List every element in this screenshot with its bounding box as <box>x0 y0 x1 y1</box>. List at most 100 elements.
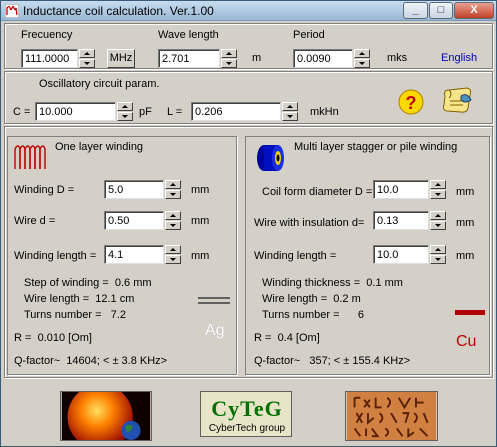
wavelength-unit: m <box>252 52 262 64</box>
ancient-script-image[interactable] <box>345 391 438 441</box>
spin-up-icon[interactable] <box>165 211 181 220</box>
winding-length-unit: mm <box>191 250 210 262</box>
wire-d-label: Wire d = <box>14 215 56 227</box>
spin-up-icon[interactable] <box>117 102 133 111</box>
spin-up-icon[interactable] <box>165 245 181 254</box>
cyteg-caption: CyberTech group <box>208 423 286 434</box>
frequency-unit-button[interactable]: MHz <box>107 49 135 68</box>
coil-app-icon <box>5 4 19 18</box>
spin-up-icon[interactable] <box>165 180 181 189</box>
spin-up-icon[interactable] <box>282 102 298 111</box>
multi-turns-row: Turns number = 6 <box>262 309 365 321</box>
frequency-label: Frecuency <box>21 29 73 41</box>
multi-q-factor-value: 357; < ± 155.4 KHz> <box>309 355 411 367</box>
spin-down-icon[interactable] <box>79 59 95 68</box>
period-input[interactable] <box>293 49 353 68</box>
thickness-value: 0.1 <box>366 277 382 289</box>
wavelength-label: Wave length <box>158 29 219 41</box>
maximize-button[interactable]: □ <box>429 2 453 19</box>
multi-winding-length-label: Winding length = <box>254 250 337 262</box>
winding-d-input[interactable] <box>104 180 164 199</box>
q-factor-value: 14604; < ± 3.8 KHz> <box>66 355 168 367</box>
spin-down-icon[interactable] <box>117 112 133 121</box>
multi-winding-length-input[interactable] <box>373 245 429 264</box>
one-layer-results: Step of winding = 0.6 mm Wire length = 1… <box>24 275 152 323</box>
wavelength-spinner[interactable] <box>221 49 237 68</box>
wire-insulation-input[interactable] <box>373 211 429 230</box>
winding-d-unit: mm <box>191 184 210 196</box>
wire-d-unit: mm <box>191 215 210 227</box>
wire-length-value: 12.1 <box>95 293 117 305</box>
scroll-icon[interactable] <box>439 86 475 114</box>
multi-wire-length-value: 0.2 <box>333 293 349 305</box>
spin-down-icon[interactable] <box>282 112 298 121</box>
inductance-spinner[interactable] <box>282 102 298 121</box>
language-link[interactable]: English <box>441 52 477 64</box>
cyteg-logo[interactable]: CyTeG CyberTech group <box>200 391 292 437</box>
minimize-button[interactable]: _ <box>403 2 428 19</box>
svg-text:?: ? <box>406 93 417 113</box>
silver-wire-icon <box>198 297 230 299</box>
spin-up-icon[interactable] <box>430 245 446 254</box>
spin-down-icon[interactable] <box>354 59 370 68</box>
spin-down-icon[interactable] <box>165 190 181 199</box>
inductance-input[interactable] <box>191 102 281 121</box>
spin-up-icon[interactable] <box>430 211 446 220</box>
spin-up-icon[interactable] <box>79 49 95 58</box>
close-button[interactable]: X <box>454 2 494 19</box>
spin-down-icon[interactable] <box>221 59 237 68</box>
wire-insulation-label: Wire with insulation d= <box>254 217 365 229</box>
winding-length-spinner[interactable] <box>165 245 181 264</box>
spin-up-icon[interactable] <box>354 49 370 58</box>
multi-winding-length-unit: mm <box>456 250 475 262</box>
form-d-input[interactable] <box>373 180 429 199</box>
multi-q-factor-row: Q-factor~ 357; < ± 155.4 KHz> <box>254 355 411 367</box>
material-cu: Cu <box>456 333 477 350</box>
title-bar[interactable]: Inductance coil calculation. Ver.1.00 _ … <box>1 1 496 21</box>
oscillatory-panel: Oscillatory circuit param. C = pF L = mk… <box>4 71 493 124</box>
l-unit: mkHn <box>310 106 339 118</box>
sun-earth-image[interactable] <box>60 391 152 441</box>
form-d-label: Coil form diameter D = <box>262 186 373 198</box>
spin-down-icon[interactable] <box>430 255 446 264</box>
multi-winding-length-spinner[interactable] <box>430 245 446 264</box>
wire-insulation-spinner[interactable] <box>430 211 446 230</box>
winding-length-input[interactable] <box>104 245 164 264</box>
question-icon[interactable]: ? <box>398 88 424 116</box>
winding-length-label: Winding length = <box>14 250 97 262</box>
turns-row: Turns number = 7.2 <box>24 309 127 321</box>
multi-resistance-row: R = 0.4 [Om] <box>254 332 320 344</box>
window-title: Inductance coil calculation. Ver.1.00 <box>23 4 214 18</box>
wire-length-row: Wire length = 12.1 cm <box>24 293 135 305</box>
oscillatory-title: Oscillatory circuit param. <box>39 78 160 90</box>
step-value: 0.6 <box>114 277 131 289</box>
wire-d-input[interactable] <box>104 211 164 230</box>
multi-layer-coil-icon <box>257 145 284 171</box>
frequency-spinner[interactable] <box>79 49 95 68</box>
period-label: Period <box>293 29 325 41</box>
multi-layer-title: Multi layer stagger or pile winding <box>294 141 458 153</box>
resistance-value: 0.010 <box>37 332 66 344</box>
one-layer-group: One layer winding Winding D = mm Wire d … <box>7 136 237 375</box>
frequency-input[interactable] <box>21 49 78 68</box>
multi-layer-results: Winding thickness = 0.1 mm Wire length =… <box>262 275 403 323</box>
one-layer-title: One layer winding <box>55 141 144 153</box>
spin-up-icon[interactable] <box>430 180 446 189</box>
winding-d-spinner[interactable] <box>165 180 181 199</box>
spin-up-icon[interactable] <box>221 49 237 58</box>
spin-down-icon[interactable] <box>430 190 446 199</box>
wavelength-input[interactable] <box>158 49 220 68</box>
app-window: Inductance coil calculation. Ver.1.00 _ … <box>0 0 497 447</box>
q-factor-row: Q-factor~ 14604; < ± 3.8 KHz> <box>14 355 168 367</box>
spin-down-icon[interactable] <box>165 221 181 230</box>
spin-down-icon[interactable] <box>430 221 446 230</box>
form-d-spinner[interactable] <box>430 180 446 199</box>
period-spinner[interactable] <box>354 49 370 68</box>
copper-wire-icon <box>455 310 485 315</box>
wire-d-spinner[interactable] <box>165 211 181 230</box>
wire-insulation-unit: mm <box>456 217 475 229</box>
capacitance-input[interactable] <box>35 102 116 121</box>
capacitance-spinner[interactable] <box>117 102 133 121</box>
multi-resistance-value: 0.4 <box>277 332 293 344</box>
spin-down-icon[interactable] <box>165 255 181 264</box>
